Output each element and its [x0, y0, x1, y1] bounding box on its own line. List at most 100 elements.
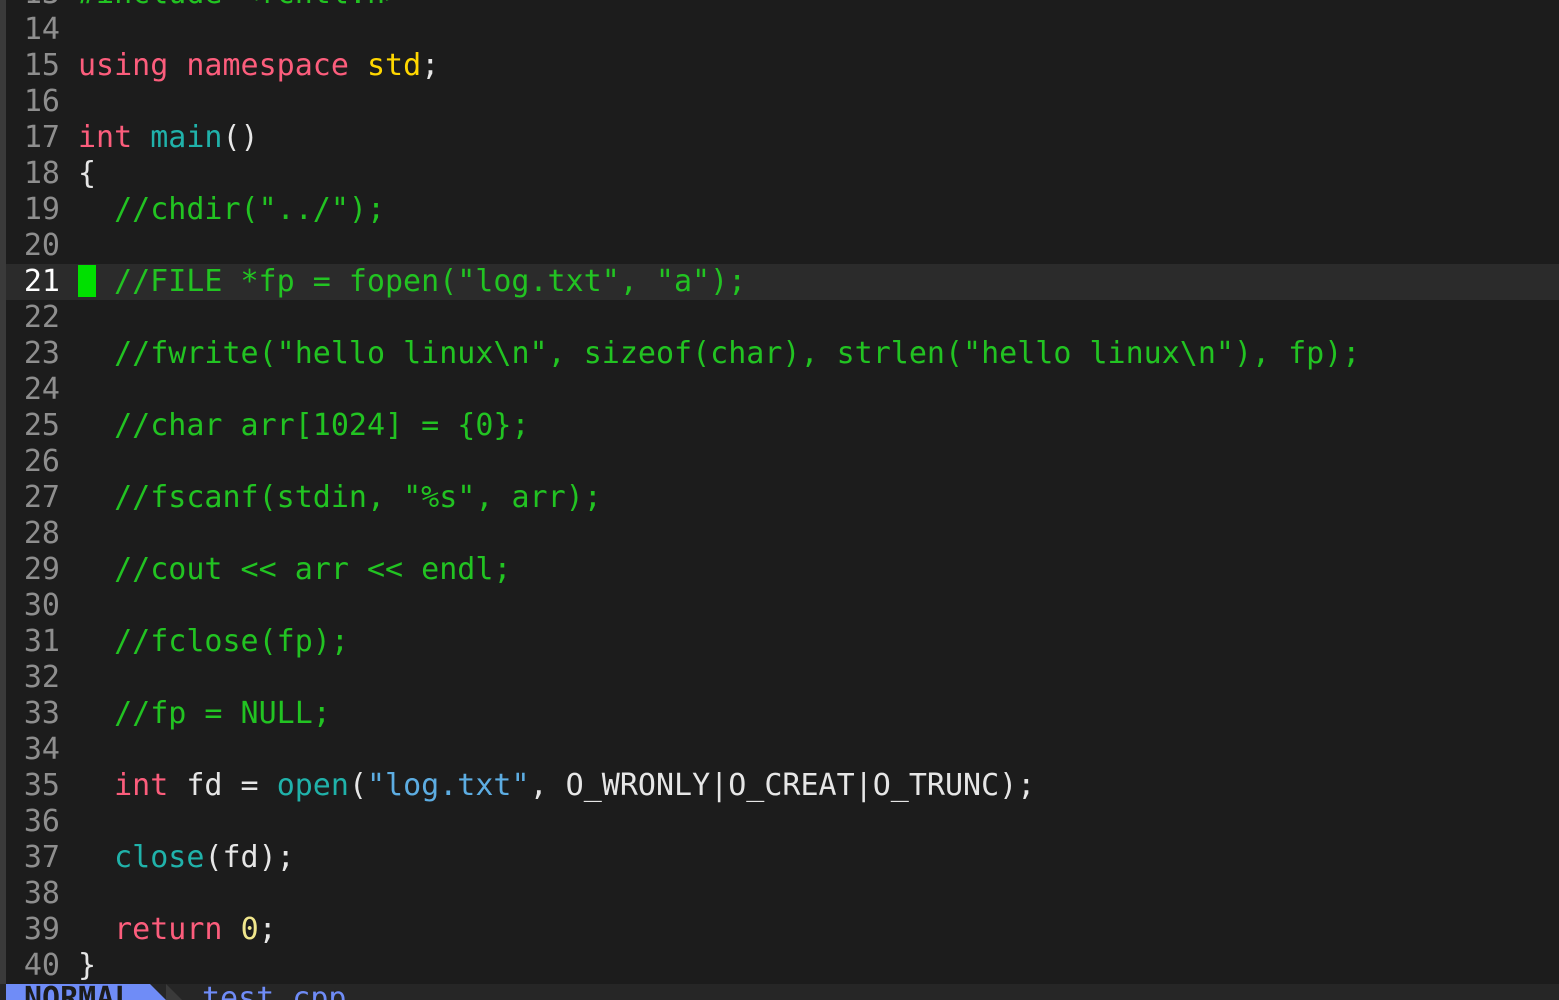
code-token: ;	[421, 48, 440, 83]
code-token: int	[114, 768, 169, 803]
code-token: namespace	[186, 48, 349, 83]
code-line[interactable]: 30	[6, 588, 1559, 624]
code-token: ;	[258, 912, 277, 947]
line-number: 36	[23, 804, 60, 839]
line-number: 20	[23, 228, 60, 263]
code-token: //fp = NULL;	[78, 696, 331, 731]
code-line[interactable]: 22	[6, 300, 1559, 336]
line-number: 16	[23, 84, 60, 119]
code-line[interactable]: 19 //chdir("../");	[6, 192, 1559, 228]
code-token: using	[78, 48, 169, 83]
line-number: 31	[23, 624, 60, 659]
code-text[interactable]: {	[78, 156, 96, 192]
code-text[interactable]: //cout << arr << endl;	[78, 552, 511, 588]
code-token: //char arr[1024] = {0};	[78, 408, 530, 443]
line-number: 27	[23, 480, 60, 515]
code-line[interactable]: 13 #include <fcntl.h>	[6, 0, 1559, 12]
code-token: (	[348, 768, 367, 803]
code-token: //FILE *fp = fopen("log.txt", "a");	[96, 264, 747, 299]
code-line[interactable]: 34	[6, 732, 1559, 768]
code-text[interactable]: //fclose(fp);	[78, 624, 349, 660]
code-text[interactable]: }	[78, 948, 96, 984]
code-text[interactable]: using namespace std;	[78, 48, 439, 84]
line-number: 39	[23, 912, 60, 947]
code-text[interactable]: //FILE *fp = fopen("log.txt", "a");	[78, 264, 746, 300]
code-token: (fd);	[204, 840, 295, 875]
line-number: 33	[23, 696, 60, 731]
code-line[interactable]: 31 //fclose(fp);	[6, 624, 1559, 660]
mode-separator-icon	[150, 984, 166, 1000]
line-number: 22	[23, 300, 60, 335]
code-line[interactable]: 38	[6, 876, 1559, 912]
code-line[interactable]: 29 //cout << arr << endl;	[6, 552, 1559, 588]
line-number: 24	[23, 372, 60, 407]
code-line[interactable]: 28	[6, 516, 1559, 552]
code-line[interactable]: 14	[6, 12, 1559, 48]
code-token: //cout << arr << endl;	[78, 552, 512, 587]
code-line[interactable]: 35 int fd = open("log.txt", O_WRONLY|O_C…	[6, 768, 1559, 804]
code-line[interactable]: 36	[6, 804, 1559, 840]
line-number: 30	[23, 588, 60, 623]
status-bar: NORMAL test.cpp	[0, 984, 1559, 1000]
code-token: main	[150, 120, 223, 155]
code-line[interactable]: 23 //fwrite("hello linux\n", sizeof(char…	[6, 336, 1559, 372]
code-token: std	[367, 48, 422, 83]
code-token: , O_WRONLY|O_CREAT|O_TRUNC);	[529, 768, 1036, 803]
code-line[interactable]: 39 return 0;	[6, 912, 1559, 948]
code-text[interactable]: #include <fcntl.h>	[78, 0, 403, 12]
line-number: 26	[23, 444, 60, 479]
code-text[interactable]: int fd = open("log.txt", O_WRONLY|O_CREA…	[78, 768, 1035, 804]
code-line[interactable]: 40}	[6, 948, 1559, 984]
code-token: return	[114, 912, 223, 947]
code-line[interactable]: 26	[6, 444, 1559, 480]
line-number: 17	[23, 120, 60, 155]
code-token: //fscanf(stdin, "%s", arr);	[78, 480, 602, 515]
code-line[interactable]: 20	[6, 228, 1559, 264]
code-token: "log.txt"	[367, 768, 530, 803]
code-token: close	[114, 840, 205, 875]
code-line[interactable]: 32	[6, 660, 1559, 696]
code-token: //fwrite("hello linux\n", sizeof(char), …	[78, 336, 1361, 371]
code-line[interactable]: 27 //fscanf(stdin, "%s", arr);	[6, 480, 1559, 516]
code-token: }	[78, 948, 97, 983]
code-editor[interactable]: 13 #include <fcntl.h> 1415 using namespace …	[6, 0, 1559, 984]
code-line[interactable]: 24	[6, 372, 1559, 408]
code-line[interactable]: 18 {	[6, 156, 1559, 192]
code-token: {	[78, 156, 97, 191]
code-line[interactable]: 37 close(fd);	[6, 840, 1559, 876]
code-line[interactable]: 25 //char arr[1024] = {0};	[6, 408, 1559, 444]
code-text[interactable]: close(fd);	[78, 840, 295, 876]
line-number: 15	[23, 48, 60, 83]
line-number: 14	[23, 12, 60, 47]
code-line[interactable]: 33 //fp = NULL;	[6, 696, 1559, 732]
code-text[interactable]: //fscanf(stdin, "%s", arr);	[78, 480, 602, 516]
line-number: 34	[23, 732, 60, 767]
line-number: 25	[23, 408, 60, 443]
line-number: 38	[23, 876, 60, 911]
filename-label: test.cpp	[202, 984, 347, 1000]
line-number: 37	[23, 840, 60, 875]
code-line[interactable]: 17 int main()	[6, 120, 1559, 156]
code-token: 0	[240, 912, 259, 947]
code-text[interactable]: return 0;	[78, 912, 277, 948]
code-text[interactable]: //char arr[1024] = {0};	[78, 408, 530, 444]
line-number: 28	[23, 516, 60, 551]
code-text[interactable]: int main()	[78, 120, 259, 156]
mode-indicator: NORMAL	[6, 984, 151, 1000]
line-number: 35	[23, 768, 60, 803]
code-token: open	[276, 768, 349, 803]
code-line[interactable]: 16	[6, 84, 1559, 120]
line-number: 23	[23, 336, 60, 371]
line-number: 19	[23, 192, 60, 227]
code-text[interactable]: //chdir("../");	[78, 192, 385, 228]
code-text[interactable]: //fp = NULL;	[78, 696, 331, 732]
code-line[interactable]: 15 using namespace std;	[6, 48, 1559, 84]
current-code-line[interactable]: 21 //FILE *fp = fopen("log.txt", "a");	[6, 264, 1559, 300]
code-text[interactable]: //fwrite("hello linux\n", sizeof(char), …	[78, 336, 1360, 372]
